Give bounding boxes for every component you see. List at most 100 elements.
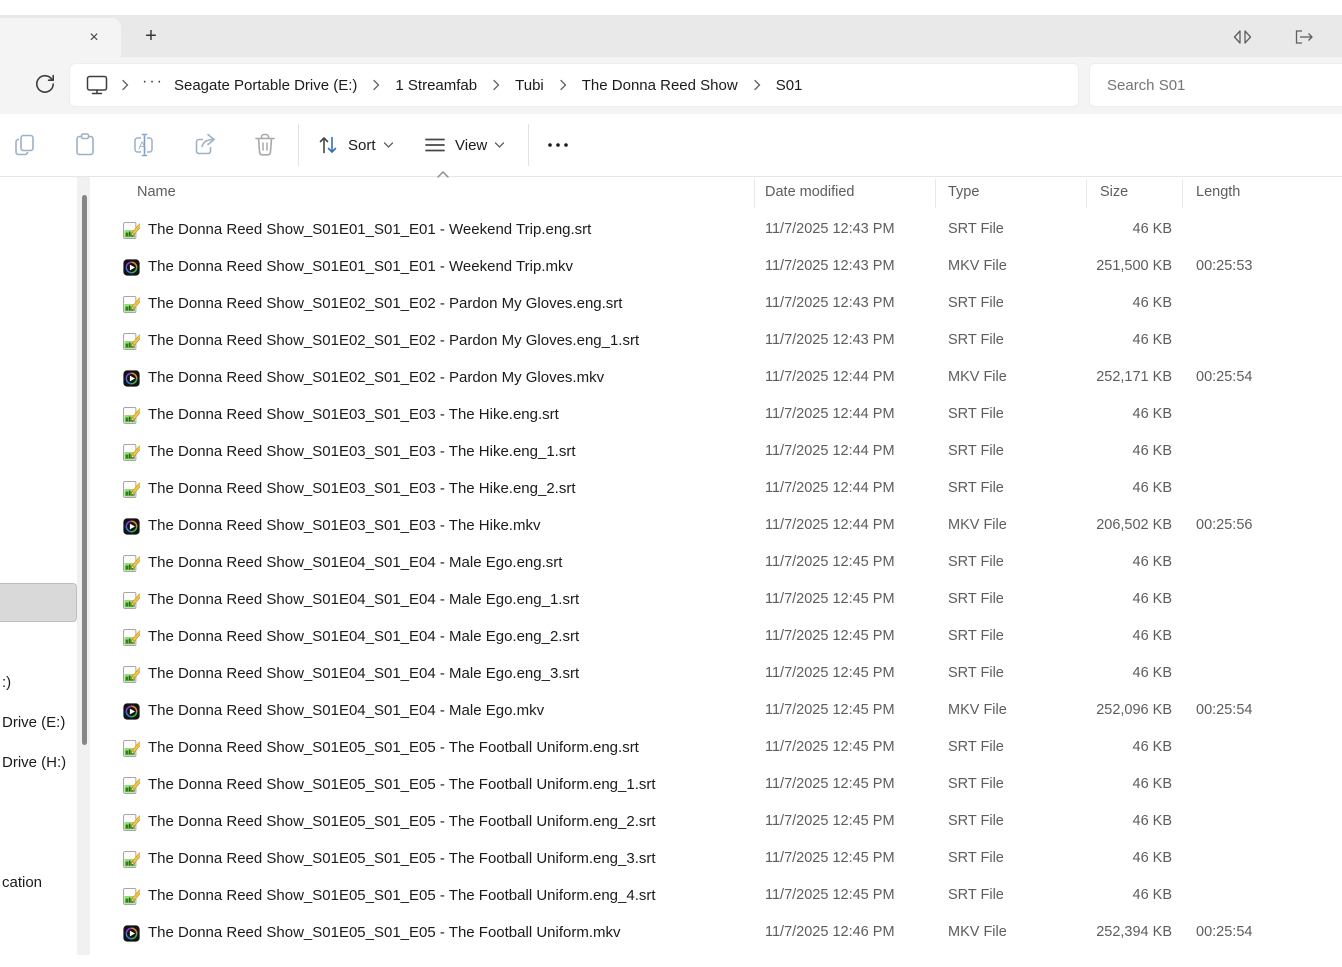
mkv-file-icon <box>123 925 140 942</box>
nav-item-fragment[interactable]: cation <box>2 874 42 891</box>
more-options-button[interactable] <box>543 130 573 160</box>
nav-item-fragment[interactable]: Drive (E:) <box>2 714 65 731</box>
file-row[interactable]: The Donna Reed Show_S01E04_S01_E04 - Mal… <box>90 545 1342 582</box>
tab-strip: × + <box>0 15 1342 57</box>
column-divider[interactable] <box>754 179 755 208</box>
file-row[interactable]: The Donna Reed Show_S01E03_S01_E03 - The… <box>90 471 1342 508</box>
chevron-right-icon[interactable] <box>117 78 133 92</box>
file-date-modified: 11/7/2025 12:43 PM <box>765 221 895 237</box>
nav-scrollbar-track[interactable] <box>77 177 90 955</box>
file-date-modified: 11/7/2025 12:44 PM <box>765 480 895 496</box>
file-row[interactable]: The Donna Reed Show_S01E03_S01_E03 - The… <box>90 397 1342 434</box>
breadcrumb-item[interactable]: S01 <box>772 77 807 94</box>
file-size: 46 KB <box>1133 813 1173 829</box>
srt-file-icon <box>123 481 140 498</box>
this-pc-icon[interactable] <box>84 73 110 97</box>
nav-item-fragment[interactable]: Drive (H:) <box>2 754 66 771</box>
file-name: The Donna Reed Show_S01E04_S01_E04 - Mal… <box>148 554 562 571</box>
file-row[interactable]: The Donna Reed Show_S01E03_S01_E03 - The… <box>90 508 1342 545</box>
file-row[interactable]: The Donna Reed Show_S01E05_S01_E05 - The… <box>90 767 1342 804</box>
file-type: MKV File <box>948 258 1007 274</box>
file-row[interactable]: The Donna Reed Show_S01E04_S01_E04 - Mal… <box>90 582 1342 619</box>
copy-button[interactable] <box>10 130 40 160</box>
file-date-modified: 11/7/2025 12:43 PM <box>765 295 895 311</box>
rename-button[interactable]: A <box>130 130 160 160</box>
nav-scrollbar-thumb[interactable] <box>82 195 87 745</box>
file-type: SRT File <box>948 295 1004 311</box>
delete-button[interactable] <box>250 130 280 160</box>
breadcrumb-item[interactable]: Tubi <box>511 77 548 94</box>
file-row[interactable]: The Donna Reed Show_S01E05_S01_E05 - The… <box>90 915 1342 952</box>
file-row[interactable]: The Donna Reed Show_S01E02_S01_E02 - Par… <box>90 360 1342 397</box>
file-name: The Donna Reed Show_S01E05_S01_E05 - The… <box>148 739 639 756</box>
search-input[interactable] <box>1090 64 1342 106</box>
file-date-modified: 11/7/2025 12:43 PM <box>765 258 895 274</box>
column-divider[interactable] <box>1086 179 1087 208</box>
file-date-modified: 11/7/2025 12:45 PM <box>765 702 895 718</box>
file-type: SRT File <box>948 221 1004 237</box>
file-length: 00:25:54 <box>1196 702 1252 718</box>
file-size: 46 KB <box>1133 332 1173 348</box>
new-tab-button[interactable]: + <box>139 25 163 49</box>
column-header-length[interactable]: Length <box>1196 184 1240 200</box>
breadcrumb-item[interactable]: The Donna Reed Show <box>578 77 742 94</box>
file-type: MKV File <box>948 517 1007 533</box>
refresh-icon[interactable] <box>30 69 60 99</box>
nav-item-fragment[interactable]: :) <box>2 674 11 691</box>
view-icon <box>422 133 448 157</box>
open-in-new-window-icon[interactable] <box>1292 26 1316 48</box>
file-row[interactable]: The Donna Reed Show_S01E01_S01_E01 - Wee… <box>90 212 1342 249</box>
view-button[interactable]: View <box>422 128 505 162</box>
file-name: The Donna Reed Show_S01E05_S01_E05 - The… <box>148 776 656 793</box>
tab-close-icon[interactable]: × <box>85 29 103 47</box>
file-row[interactable]: The Donna Reed Show_S01E05_S01_E05 - The… <box>90 878 1342 915</box>
chevron-right-icon[interactable] <box>749 78 765 92</box>
navigation-pane: :) Drive (E:) Drive (H:) cation <box>0 177 90 967</box>
file-type: SRT File <box>948 813 1004 829</box>
nav-selected-item[interactable] <box>0 583 77 622</box>
chevron-right-icon[interactable] <box>555 78 571 92</box>
split-view-icon[interactable] <box>1231 26 1255 48</box>
column-divider[interactable] <box>935 179 936 208</box>
file-row[interactable]: The Donna Reed Show_S01E05_S01_E05 - The… <box>90 841 1342 878</box>
file-row[interactable]: The Donna Reed Show_S01E04_S01_E04 - Mal… <box>90 619 1342 656</box>
column-divider[interactable] <box>1182 179 1183 208</box>
srt-file-icon <box>123 888 140 905</box>
file-type: MKV File <box>948 924 1007 940</box>
file-row[interactable]: The Donna Reed Show_S01E02_S01_E02 - Par… <box>90 323 1342 360</box>
column-header-date[interactable]: Date modified <box>765 184 854 200</box>
file-size: 46 KB <box>1133 850 1173 866</box>
column-header-type[interactable]: Type <box>948 184 979 200</box>
file-size: 46 KB <box>1133 221 1173 237</box>
breadcrumb-item[interactable]: Seagate Portable Drive (E:) <box>170 77 361 94</box>
chevron-right-icon[interactable] <box>488 78 504 92</box>
file-date-modified: 11/7/2025 12:45 PM <box>765 628 895 644</box>
sort-button[interactable]: Sort <box>315 128 394 162</box>
file-date-modified: 11/7/2025 12:44 PM <box>765 406 895 422</box>
file-name: The Donna Reed Show_S01E04_S01_E04 - Mal… <box>148 628 579 645</box>
file-date-modified: 11/7/2025 12:46 PM <box>765 924 895 940</box>
file-length: 00:25:54 <box>1196 369 1252 385</box>
mkv-file-icon <box>123 703 140 720</box>
column-header-name[interactable]: Name <box>137 184 176 200</box>
file-row[interactable]: The Donna Reed Show_S01E05_S01_E05 - The… <box>90 804 1342 841</box>
sort-ascending-caret-icon <box>436 170 450 179</box>
file-size: 46 KB <box>1133 406 1173 422</box>
srt-file-icon <box>123 851 140 868</box>
explorer-tab[interactable]: × <box>0 18 121 57</box>
file-row[interactable]: The Donna Reed Show_S01E04_S01_E04 - Mal… <box>90 656 1342 693</box>
file-row[interactable]: The Donna Reed Show_S01E01_S01_E01 - Wee… <box>90 249 1342 286</box>
breadcrumb-overflow[interactable]: ··· <box>140 73 170 97</box>
file-row[interactable]: The Donna Reed Show_S01E05_S01_E05 - The… <box>90 730 1342 767</box>
file-row[interactable]: The Donna Reed Show_S01E04_S01_E04 - Mal… <box>90 693 1342 730</box>
breadcrumb-item[interactable]: 1 Streamfab <box>391 77 481 94</box>
file-date-modified: 11/7/2025 12:43 PM <box>765 332 895 348</box>
chevron-right-icon[interactable] <box>368 78 384 92</box>
srt-file-icon <box>123 333 140 350</box>
share-button[interactable] <box>190 130 220 160</box>
column-header-size[interactable]: Size <box>1100 184 1128 200</box>
file-row[interactable]: The Donna Reed Show_S01E02_S01_E02 - Par… <box>90 286 1342 323</box>
file-size: 46 KB <box>1133 665 1173 681</box>
paste-button[interactable] <box>70 130 100 160</box>
file-row[interactable]: The Donna Reed Show_S01E03_S01_E03 - The… <box>90 434 1342 471</box>
